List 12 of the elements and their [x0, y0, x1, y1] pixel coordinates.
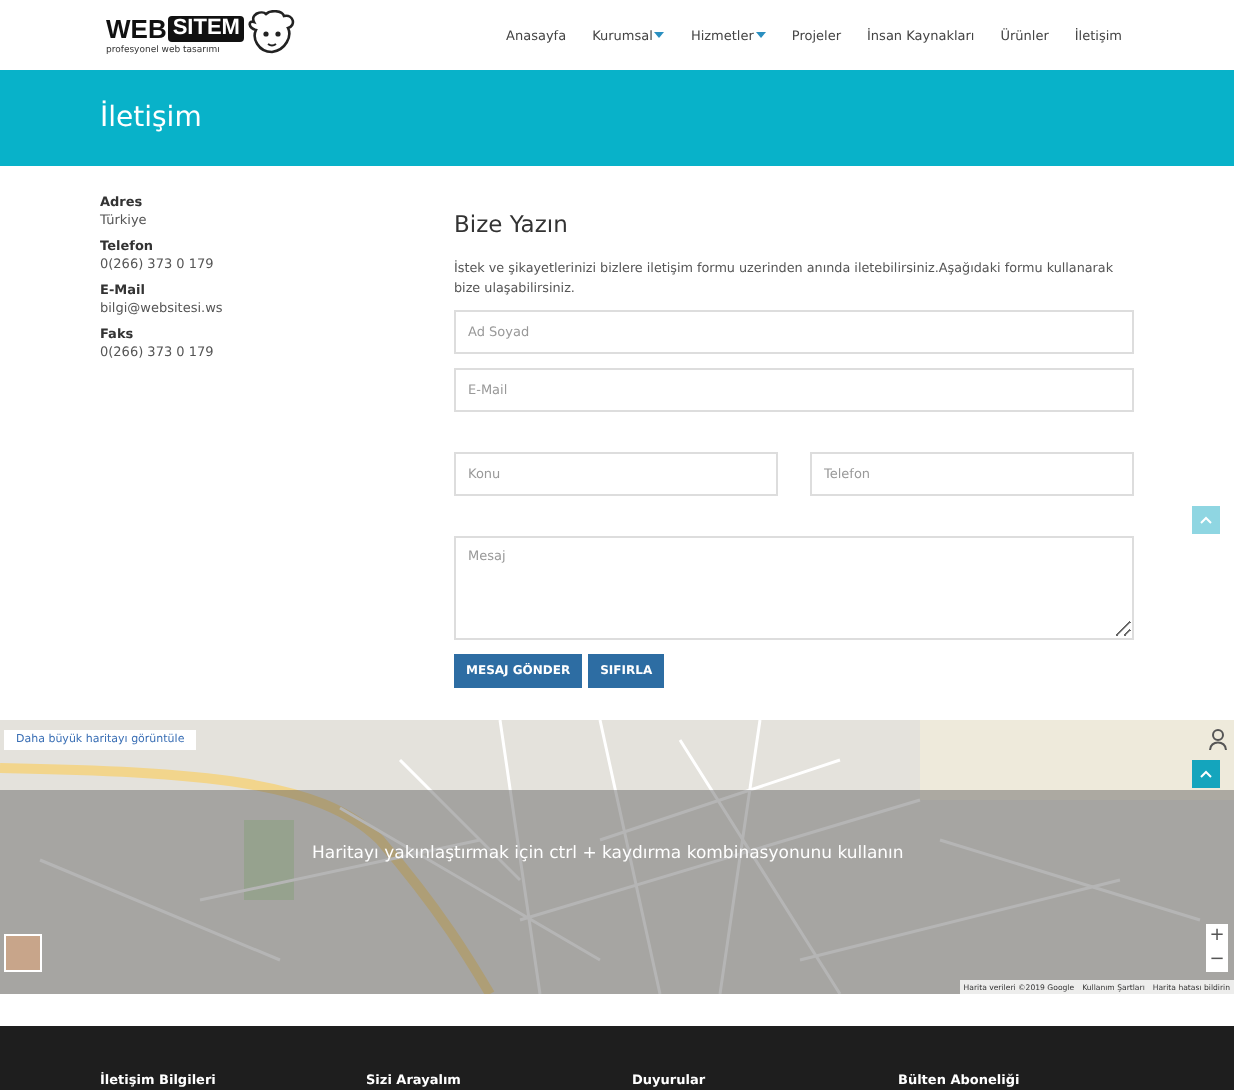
map-scroll-hint: Haritayı yakınlaştırmak için ctrl + kaydırma kombinasyonunu kullanın — [312, 844, 904, 864]
logo-boxed-text: SITEM — [168, 16, 244, 43]
logo-text: WEB — [106, 16, 167, 43]
form-title: Bize Yazın — [454, 210, 570, 238]
scroll-top-button[interactable] — [1192, 506, 1220, 534]
scroll-top-button[interactable] — [1192, 760, 1220, 788]
page-title: İletişim — [100, 102, 202, 134]
sheep-icon — [245, 9, 298, 54]
chevron-up-icon — [1200, 516, 1212, 524]
chevron-up-icon — [1200, 770, 1212, 778]
person-icon[interactable] — [1206, 728, 1230, 752]
map-type-thumbnail[interactable] — [4, 934, 42, 972]
